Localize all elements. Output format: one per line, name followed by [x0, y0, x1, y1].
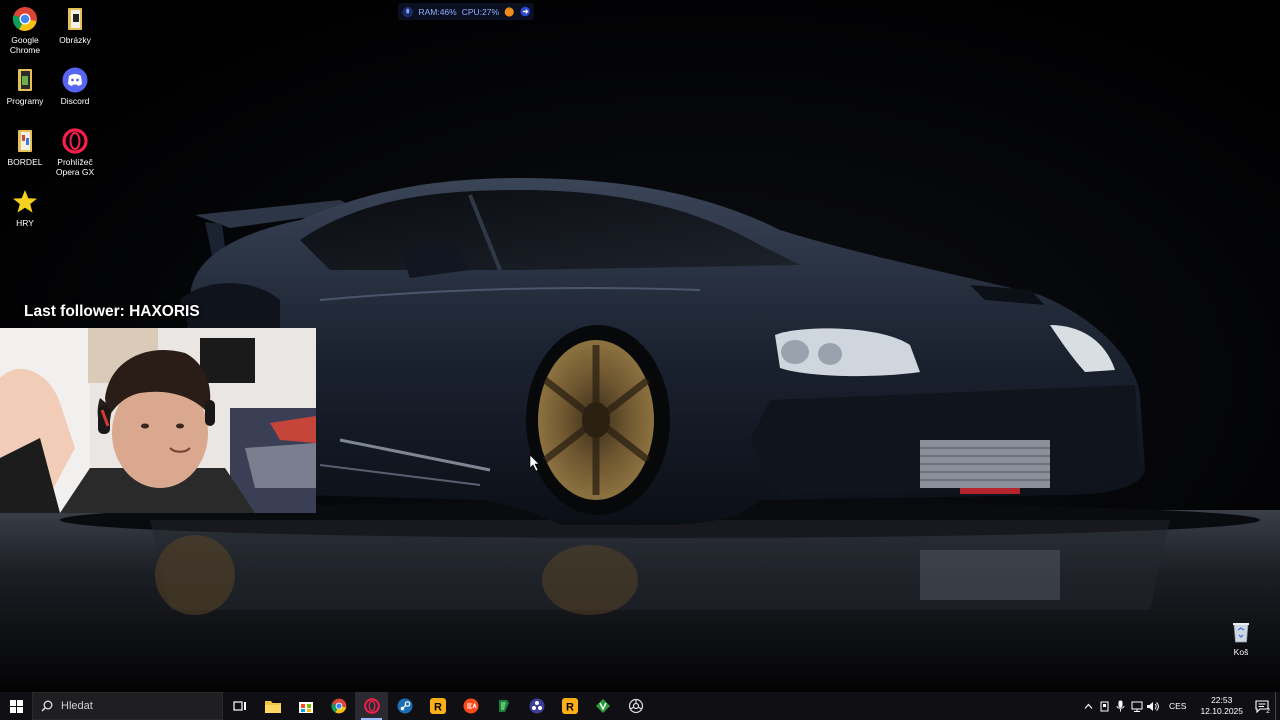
tray-network-button[interactable]: [1129, 692, 1145, 720]
desktop-icon-label: Programy: [6, 96, 44, 106]
notification-center-button[interactable]: 2: [1249, 692, 1275, 720]
microphone-icon: [1116, 700, 1125, 712]
device-icon: [1100, 701, 1109, 711]
volume-icon: [1147, 701, 1160, 711]
recycle-bin-label: Koš: [1233, 647, 1249, 657]
chrome-icon: [331, 698, 346, 714]
obs-icon: [529, 698, 544, 714]
arrow-right-icon: [519, 6, 530, 17]
tray-device-button[interactable]: [1097, 692, 1113, 720]
star-icon: [13, 190, 37, 213]
taskbar-store[interactable]: [289, 692, 322, 720]
taskbar-chrome[interactable]: [322, 692, 355, 720]
bluestacks-icon: [498, 700, 509, 712]
network-icon: [1131, 701, 1143, 712]
clock-date: 12.10.2025: [1200, 706, 1243, 716]
svg-text:R: R: [566, 702, 574, 714]
desktop-icon-google-chrome[interactable]: Google Chrome: [0, 6, 52, 55]
last-follower-overlay: Last follower: HAXORIS: [24, 303, 200, 320]
taskbar-settings[interactable]: [619, 692, 652, 720]
taskbar-vim[interactable]: [586, 692, 619, 720]
show-hidden-icons-button[interactable]: [1081, 692, 1097, 720]
desktop-icon-obrazky[interactable]: Obrázky: [48, 6, 102, 45]
tray-volume-button[interactable]: [1145, 692, 1161, 720]
desktop-icon-bordel[interactable]: BORDEL: [0, 128, 52, 167]
taskbar-obs[interactable]: [520, 692, 553, 720]
desktop-icon-label: Obrázky: [59, 35, 91, 45]
task-view-button[interactable]: [223, 692, 256, 720]
desktop-icon-label: Discord: [60, 96, 90, 106]
chevron-up-icon: [1085, 703, 1093, 709]
vim-icon: [595, 699, 610, 713]
taskbar-clock[interactable]: 22:53 12.10.2025: [1194, 695, 1249, 717]
tray-microphone-button[interactable]: [1113, 692, 1129, 720]
taskbar: Hledat R R CES 22:53 12.10.2025 2: [0, 692, 1280, 720]
steam-icon: [397, 698, 412, 714]
taskbar-rockstar-launcher-2[interactable]: R: [553, 692, 586, 720]
search-icon: [41, 700, 53, 712]
system-tray: CES 22:53 12.10.2025 2: [1081, 692, 1280, 720]
windows-logo-icon: [9, 699, 23, 713]
file-explorer-icon: [264, 701, 281, 713]
cpu-usage: CPU:27%: [461, 6, 500, 17]
opera-gx-icon: [363, 698, 380, 714]
desktop-icon-label: Google Chrome: [9, 35, 41, 55]
desktop-icon-hry[interactable]: HRY: [0, 189, 52, 228]
show-desktop-button[interactable]: [1275, 692, 1280, 720]
microphone-icon: [402, 6, 413, 17]
webcam-overlay: [0, 328, 316, 513]
taskbar-bluestacks[interactable]: [487, 692, 520, 720]
performance-monitor-widget[interactable]: RAM:46% CPU:27%: [398, 3, 534, 20]
taskbar-steam[interactable]: [388, 692, 421, 720]
desktop-icon-label: Prohlížeč Opera GX: [55, 157, 95, 177]
desktop-icon-opera-gx[interactable]: Prohlížeč Opera GX: [48, 128, 102, 177]
recycle-bin-icon: [1233, 623, 1249, 643]
opera-gx-icon: [62, 128, 88, 154]
taskbar-opera-gx[interactable]: [355, 692, 388, 720]
pumpkin-icon: [504, 6, 514, 17]
discord-icon: [62, 67, 88, 93]
svg-text:R: R: [434, 702, 442, 714]
search-placeholder: Hledat: [61, 700, 93, 712]
ram-usage: RAM:46%: [418, 6, 457, 17]
task-view-icon: [232, 701, 246, 711]
folder-icon: [68, 8, 82, 30]
settings-icon: [628, 698, 643, 714]
taskbar-ea-app[interactable]: [454, 692, 487, 720]
taskbar-file-explorer[interactable]: [256, 692, 289, 720]
desktop-icon-label: BORDEL: [7, 157, 43, 167]
taskbar-rockstar-launcher[interactable]: R: [421, 692, 454, 720]
rockstar-icon: R: [429, 698, 446, 714]
rockstar-icon: R: [561, 698, 578, 714]
folder-icon: [18, 69, 32, 91]
taskbar-search-box[interactable]: Hledat: [32, 692, 223, 720]
desktop-icon-label: HRY: [16, 218, 34, 228]
clock-time: 22:53: [1211, 695, 1233, 705]
desktop-icon-discord[interactable]: Discord: [48, 67, 102, 106]
notification-count: 2: [1266, 708, 1270, 715]
desktop-icon-recycle-bin[interactable]: Koš: [1218, 620, 1264, 657]
start-button[interactable]: [0, 692, 32, 720]
desktop: Google Chrome Obrázky Programy Discord B…: [0, 0, 1280, 692]
ea-icon: [463, 698, 478, 714]
store-icon: [298, 702, 313, 713]
desktop-icon-programy[interactable]: Programy: [0, 67, 52, 106]
language-indicator[interactable]: CES: [1161, 701, 1194, 711]
chrome-icon: [12, 7, 37, 31]
folder-icon: [18, 130, 32, 152]
webcam-feed-image: [0, 328, 316, 513]
